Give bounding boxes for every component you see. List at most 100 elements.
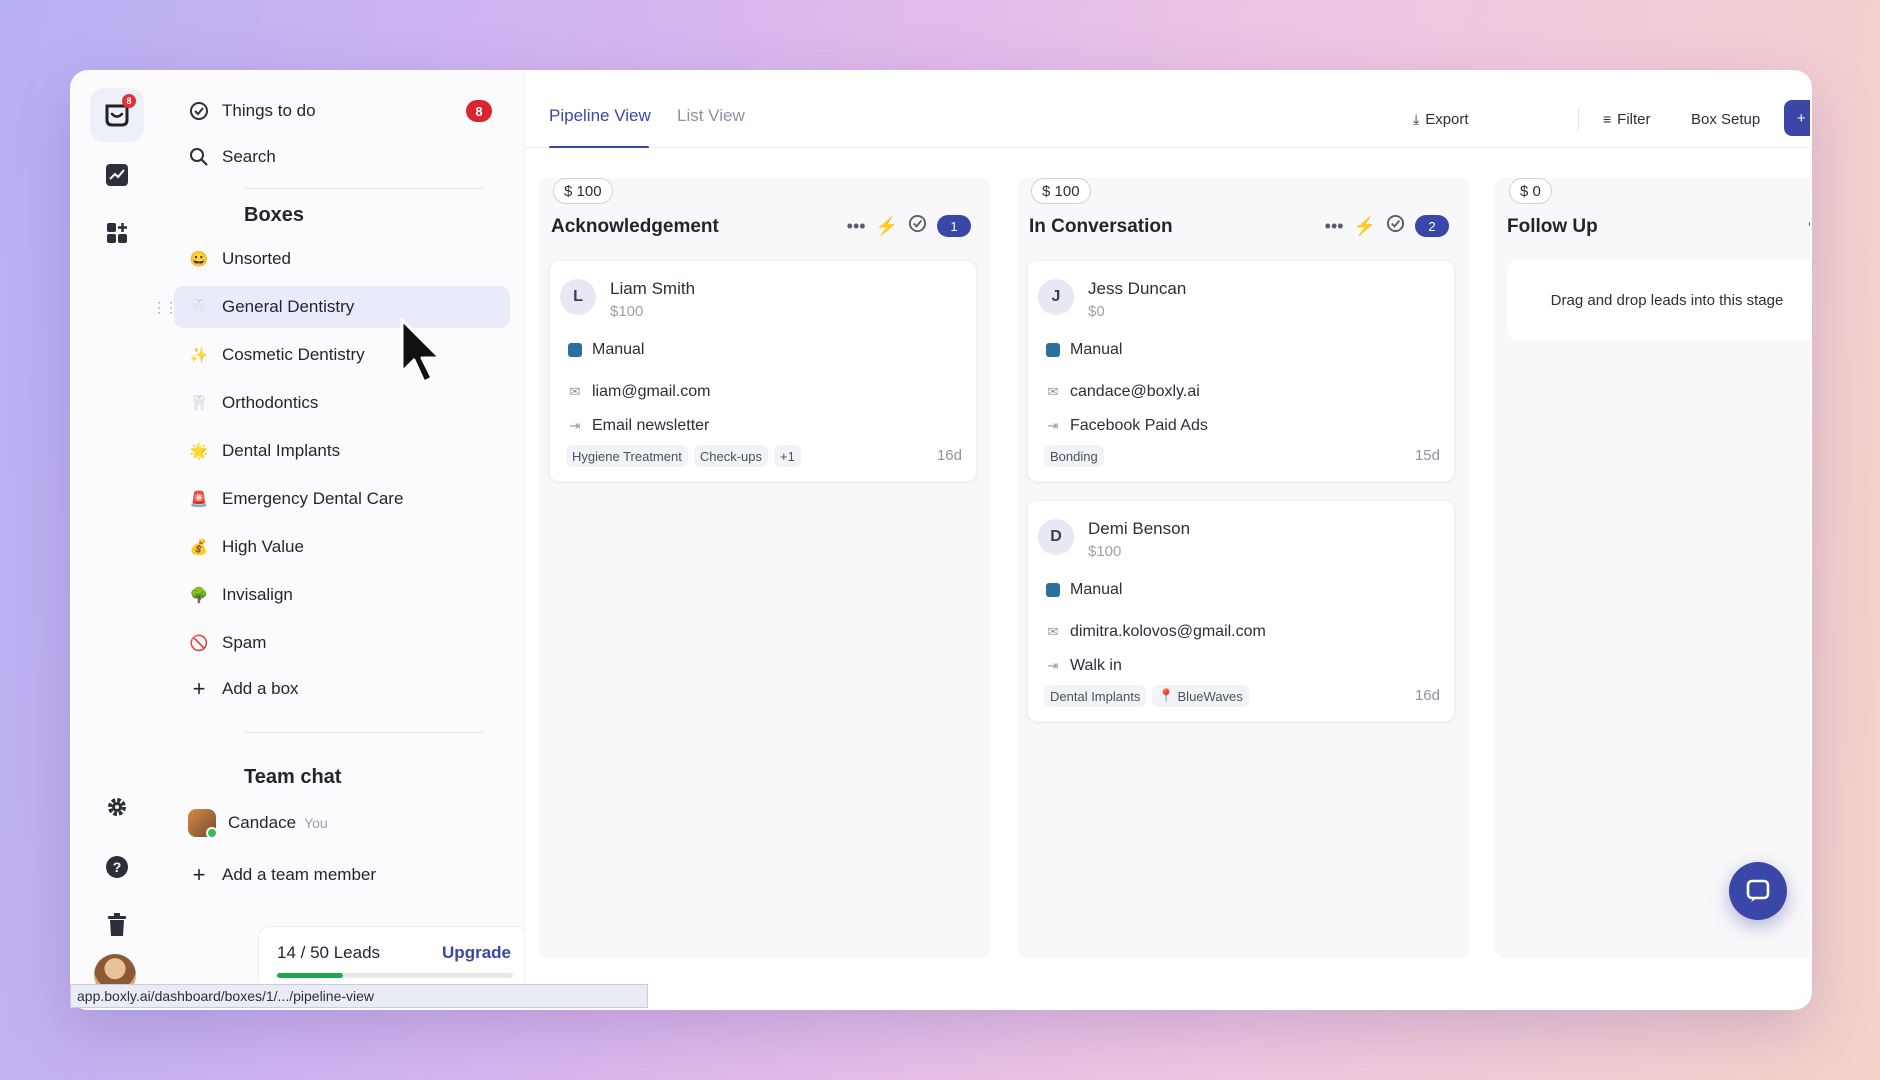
- more-options-icon[interactable]: •••: [1808, 214, 1810, 235]
- add-box-button[interactable]: + Add a box: [174, 668, 510, 710]
- box-label: Emergency Dental Care: [222, 489, 404, 508]
- lead-avatar: D: [1038, 519, 1074, 555]
- tag: Hygiene Treatment: [566, 445, 688, 467]
- lead-card[interactable]: J Jess Duncan $0 Manual ✉ candace@boxly.…: [1027, 260, 1455, 482]
- search-item[interactable]: Search: [174, 136, 510, 178]
- box-item-invisalign[interactable]: 🌳 Invisalign: [174, 574, 510, 616]
- plus-icon: +: [192, 676, 206, 701]
- box-label: Spam: [222, 633, 267, 652]
- source-square-icon: [1044, 343, 1062, 357]
- app-window: 8 ? Things to do 8 Search Boxes 😀 Unsort…: [70, 70, 1812, 1010]
- check-circle-icon[interactable]: [908, 214, 927, 238]
- lead-source: Manual: [1044, 341, 1122, 359]
- tag: Dental Implants: [1044, 685, 1147, 707]
- plus-icon: +: [192, 862, 206, 887]
- box-item-emergency-dental-care[interactable]: 🚨 Emergency Dental Care: [174, 478, 510, 520]
- trash-icon: [108, 913, 126, 936]
- lead-card[interactable]: L Liam Smith $100 Manual ✉ liam@gmail.co…: [549, 260, 977, 482]
- chart-line-icon: [106, 164, 128, 186]
- box-label: General Dentistry: [222, 297, 355, 316]
- source-label: Manual: [1070, 581, 1123, 598]
- leads-progress-bar: [277, 973, 513, 978]
- alarm-light-emoji-icon: 🚨: [189, 491, 209, 508]
- download-icon: ⤓: [1413, 110, 1420, 127]
- automation-bolt-icon[interactable]: ⚡: [876, 216, 898, 237]
- member-avatar: [188, 809, 218, 839]
- tab-list-view[interactable]: List View: [677, 106, 745, 126]
- svg-text:?: ?: [113, 859, 122, 875]
- box-item-unsorted[interactable]: 😀 Unsorted: [174, 238, 510, 280]
- add-team-member-button[interactable]: + Add a team member: [174, 854, 510, 896]
- lead-amount: $0: [1088, 303, 1105, 320]
- prohibited-emoji-icon: 🚫: [189, 635, 209, 652]
- add-member-label: Add a team member: [222, 865, 377, 884]
- chat-widget-button[interactable]: [1729, 862, 1787, 920]
- stage-title: Follow Up: [1507, 216, 1598, 237]
- tag-label: BlueWaves: [1177, 688, 1243, 704]
- divider: [244, 732, 484, 733]
- channel-value: Walk in: [1070, 657, 1122, 674]
- box-item-orthodontics[interactable]: 🦷 Orthodontics: [174, 382, 510, 424]
- filter-icon: ≡: [1603, 111, 1612, 127]
- box-setup-button[interactable]: Box Setup: [1691, 102, 1760, 136]
- automation-bolt-icon[interactable]: ⚡: [1354, 216, 1376, 237]
- status-url-bar: app.boxly.ai/dashboard/boxes/1/.../pipel…: [70, 984, 648, 1008]
- stage-actions: •••: [1808, 214, 1810, 235]
- mail-icon: ✉: [1047, 384, 1059, 399]
- main-panel: Pipeline View List View ⤓ Export ≡ Filte…: [524, 72, 1810, 1008]
- tree-emoji-icon: 🌳: [189, 587, 209, 604]
- box-label: Invisalign: [222, 585, 293, 604]
- sparkles-emoji-icon: ✨: [189, 347, 209, 364]
- drag-handle-icon[interactable]: ⋮⋮: [152, 299, 178, 316]
- drop-zone[interactable]: Drag and drop leads into this stage: [1507, 260, 1810, 340]
- member-name: Candace: [228, 813, 297, 832]
- divider: [244, 188, 484, 189]
- you-label: You: [304, 815, 328, 831]
- analytics-button[interactable]: [90, 148, 144, 202]
- team-chat-heading: Team chat: [244, 766, 342, 788]
- upgrade-link[interactable]: Upgrade: [442, 943, 511, 963]
- email-value: liam@gmail.com: [592, 383, 711, 400]
- check-circle-icon[interactable]: [1386, 214, 1405, 238]
- stage-count-badge: 1: [937, 215, 971, 237]
- filter-button[interactable]: ≡ Filter: [1603, 102, 1651, 136]
- notification-badge: 8: [122, 94, 136, 108]
- lead-avatar: L: [560, 279, 596, 315]
- gear-icon: [108, 798, 126, 816]
- team-member-candace[interactable]: Candace You: [174, 802, 510, 844]
- box-setup-label: Box Setup: [1691, 110, 1761, 128]
- box-item-cosmetic-dentistry[interactable]: ✨ Cosmetic Dentistry: [174, 334, 510, 376]
- trash-button[interactable]: [90, 898, 144, 952]
- things-to-do-item[interactable]: Things to do 8: [174, 90, 510, 132]
- top-bar: Pipeline View List View ⤓ Export ≡ Filte…: [525, 72, 1810, 149]
- lead-avatar: J: [1038, 279, 1074, 315]
- lead-name: Demi Benson: [1088, 519, 1191, 538]
- box-item-general-dentistry[interactable]: ⋮⋮ 🦷 General Dentistry: [152, 286, 510, 328]
- lead-email: ✉ dimitra.kolovos@gmail.com: [1044, 623, 1266, 641]
- lead-email: ✉ liam@gmail.com: [566, 383, 711, 401]
- add-lead-button[interactable]: + Lead: [1784, 100, 1810, 136]
- more-options-icon[interactable]: •••: [847, 216, 866, 237]
- box-item-spam[interactable]: 🚫 Spam: [174, 622, 510, 664]
- sign-in-icon: ⇥: [569, 418, 581, 433]
- lead-card[interactable]: D Demi Benson $100 Manual ✉ dimitra.kolo…: [1027, 500, 1455, 722]
- sidebar: Things to do 8 Search Boxes 😀 Unsorted ⋮…: [152, 72, 528, 1008]
- lead-email: ✉ candace@boxly.ai: [1044, 383, 1200, 401]
- app-logo-button[interactable]: 8: [90, 88, 144, 142]
- smiley-emoji-icon: 😀: [189, 251, 209, 268]
- settings-button[interactable]: [90, 780, 144, 834]
- box-item-dental-implants[interactable]: 🌟 Dental Implants: [174, 430, 510, 472]
- box-label: Cosmetic Dentistry: [222, 345, 365, 364]
- stage-actions: ••• ⚡ 1: [847, 214, 971, 238]
- things-count-badge: 8: [466, 100, 492, 122]
- lead-amount: $100: [610, 303, 644, 320]
- apps-button[interactable]: [90, 206, 144, 260]
- box-item-high-value[interactable]: 💰 High Value: [174, 526, 510, 568]
- more-options-icon[interactable]: •••: [1325, 216, 1344, 237]
- lead-channel: ⇥ Facebook Paid Ads: [1044, 417, 1208, 435]
- help-button[interactable]: ?: [90, 840, 144, 894]
- stage-column-follow-up: $ 0 Follow Up ••• Drag and drop leads in…: [1495, 178, 1810, 958]
- export-button[interactable]: ⤓ Export: [1413, 102, 1469, 136]
- tab-pipeline-view[interactable]: Pipeline View: [549, 106, 651, 126]
- stage-amount: $ 100: [1031, 178, 1091, 204]
